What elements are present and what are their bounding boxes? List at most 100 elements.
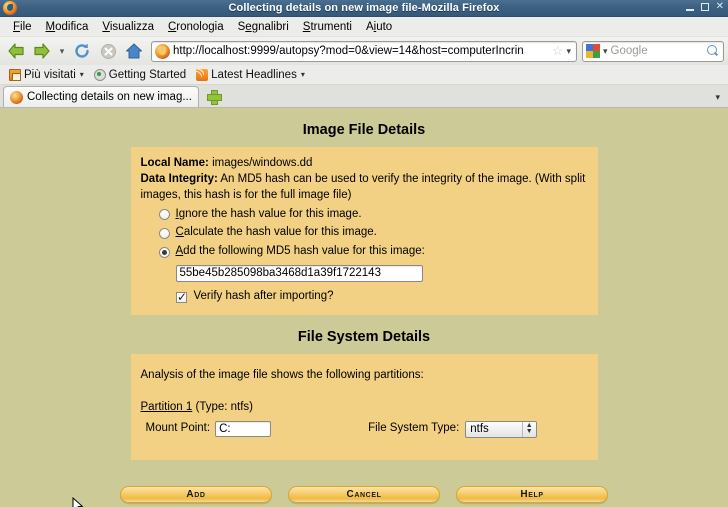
menu-item-aiuto[interactable]: Aiuto xyxy=(359,19,399,35)
navigation-toolbar: ▾ http://localhost:9999/autopsy?mod=0&vi… xyxy=(0,37,728,65)
tab-bar: Collecting details on new imag... ▾ xyxy=(0,85,728,108)
hash-option-calculate[interactable]: Calculate the hash value for this image. xyxy=(158,225,588,241)
menu-label-visualizza: isualizza xyxy=(109,20,154,33)
url-dropdown-icon[interactable]: ▾ xyxy=(565,46,574,57)
image-file-details-heading: Image File Details xyxy=(302,122,426,138)
home-icon[interactable] xyxy=(122,39,146,63)
chevron-down-icon[interactable]: ▾ xyxy=(80,70,84,79)
mount-point-input[interactable]: C: xyxy=(215,421,272,438)
search-bar[interactable]: ▾ Google xyxy=(582,40,724,62)
local-name-row: Local Name: images/windows.dd xyxy=(141,156,588,172)
hash-option-add[interactable]: Add the following MD5 hash value for thi… xyxy=(158,244,588,260)
menu-item-strumenti[interactable]: Strumenti xyxy=(296,19,359,35)
url-text[interactable]: http://localhost:9999/autopsy?mod=0&view… xyxy=(173,45,550,57)
search-engine-dropdown-icon[interactable]: ▾ xyxy=(600,46,611,57)
image-file-details-panel: Local Name: images/windows.dd Data Integ… xyxy=(130,147,598,316)
rest-add: dd the following MD5 hash value for this… xyxy=(183,245,425,258)
bookmark-latest-headlines[interactable]: Latest Headlines ▾ xyxy=(192,68,309,82)
menu-item-visualizza[interactable]: Visualizza xyxy=(95,19,161,35)
chevron-down-icon[interactable]: ▾ xyxy=(56,46,68,57)
stop-icon xyxy=(96,39,120,63)
menu-label-cronologia: ronologia xyxy=(176,20,224,33)
accel-calculate: C xyxy=(175,226,184,239)
partition-type: (Type: ntfs) xyxy=(195,400,254,413)
rest-ignore: gnore the hash value for this image. xyxy=(178,207,362,220)
menu-label-segnalibri: gnalibri xyxy=(251,20,289,33)
fs-type-label: File System Type: xyxy=(368,422,460,435)
window-controls: ✕ xyxy=(685,2,724,12)
action-button-row: Add Cancel Help xyxy=(0,485,728,507)
cancel-button[interactable]: Cancel xyxy=(288,485,440,503)
md5-hash-input[interactable]: 55be45b285098ba3468d1a39f1722143 xyxy=(175,265,423,283)
hash-option-add-label: Add the following MD5 hash value for thi… xyxy=(176,244,425,260)
tab-label: Collecting details on new imag... xyxy=(27,91,192,103)
window-titlebar: Collecting details on new image file-Moz… xyxy=(0,0,728,17)
tab-collecting-details[interactable]: Collecting details on new imag... xyxy=(3,86,199,107)
local-name-label: Local Name: xyxy=(140,157,209,169)
mouse-cursor xyxy=(72,496,84,507)
hash-option-calculate-label: Calculate the hash value for this image. xyxy=(176,225,377,241)
local-name-value: images/windows.dd xyxy=(212,157,313,169)
menubar: File Modifica Visualizza Cronologia Segn… xyxy=(0,17,728,37)
menu-item-file[interactable]: File xyxy=(6,19,39,35)
radio-add[interactable] xyxy=(158,246,170,258)
verify-hash-row[interactable]: Verify hash after importing? xyxy=(175,289,588,305)
globe-icon xyxy=(93,68,106,81)
reload-icon[interactable] xyxy=(70,39,94,63)
verify-hash-label: Verify hash after importing? xyxy=(193,290,334,303)
spinner-icon[interactable]: ▲ ▼ xyxy=(522,421,535,437)
partition-heading: Partition 1 (Type: ntfs) xyxy=(141,400,588,416)
google-icon xyxy=(586,44,600,58)
bookmark-star-icon[interactable]: ☆ xyxy=(550,43,566,59)
file-system-details-panel: Analysis of the image file shows the fol… xyxy=(130,354,598,460)
radio-calculate[interactable] xyxy=(158,227,170,239)
menu-item-cronologia[interactable]: Cronologia xyxy=(161,19,231,35)
chevron-down-icon[interactable]: ▾ xyxy=(301,70,305,79)
url-bar[interactable]: http://localhost:9999/autopsy?mod=0&view… xyxy=(151,40,577,62)
spinner-down: ▼ xyxy=(525,428,533,436)
menu-label-file: ile xyxy=(20,20,32,33)
close-icon[interactable]: ✕ xyxy=(716,2,724,12)
plus-icon xyxy=(207,89,223,105)
mount-point-label: Mount Point: xyxy=(145,422,211,435)
menu-label-modifica: odifica xyxy=(55,20,89,33)
rss-icon xyxy=(196,68,209,81)
tab-list-chevron-icon[interactable]: ▾ xyxy=(715,92,720,103)
file-system-details-heading: File System Details xyxy=(297,329,431,346)
bookmark-most-visited[interactable]: Più visitati ▾ xyxy=(5,68,88,82)
bookmark-label: Più visitati xyxy=(24,68,76,81)
partition-link[interactable]: Partition 1 xyxy=(141,401,193,413)
tab-favicon-icon xyxy=(10,90,23,104)
minimize-icon[interactable] xyxy=(685,8,694,11)
magnifier-icon[interactable] xyxy=(706,44,719,58)
radio-ignore[interactable] xyxy=(158,209,170,220)
back-arrow-icon[interactable] xyxy=(4,39,28,63)
fs-type-value: ntfs xyxy=(470,422,489,435)
data-integrity-label: Data Integrity: xyxy=(140,172,218,185)
hash-option-ignore[interactable]: Ignore the hash value for this image. xyxy=(158,207,588,223)
folder-icon xyxy=(9,68,21,81)
site-favicon-icon xyxy=(155,43,170,59)
partitions-intro: Analysis of the image file shows the fol… xyxy=(140,369,424,382)
help-button[interactable]: Help xyxy=(456,485,608,503)
window-title: Collecting details on new image file-Moz… xyxy=(228,2,500,14)
menu-label-strumenti: trumenti xyxy=(310,20,352,33)
data-integrity-row: Data Integrity: An MD5 hash can be used … xyxy=(141,172,588,204)
new-tab-button[interactable] xyxy=(204,86,224,106)
menu-item-modifica[interactable]: Modifica xyxy=(39,19,96,35)
bookmark-label: Getting Started xyxy=(108,68,187,81)
bookmark-label: Latest Headlines xyxy=(211,68,297,81)
maximize-icon[interactable] xyxy=(700,3,709,11)
add-button[interactable]: Add xyxy=(120,485,272,503)
menu-item-segnalibri[interactable]: Segnalibri xyxy=(231,19,296,35)
hash-option-ignore-label: Ignore the hash value for this image. xyxy=(176,207,362,223)
verify-hash-checkbox[interactable] xyxy=(175,290,187,304)
page-content: Image File Details Local Name: images/wi… xyxy=(0,108,728,507)
partition-settings-row: Mount Point: C: File System Type: ntfs ▲… xyxy=(145,420,588,438)
bookmark-getting-started[interactable]: Getting Started xyxy=(90,68,190,82)
forward-arrow-icon[interactable] xyxy=(30,39,54,63)
bookmarks-toolbar: Più visitati ▾ Getting Started Latest He… xyxy=(0,65,728,85)
search-input[interactable]: Google xyxy=(611,45,706,57)
menu-label-aiuto: uto xyxy=(376,20,393,33)
fs-type-select[interactable]: ntfs ▲ ▼ xyxy=(465,420,538,438)
